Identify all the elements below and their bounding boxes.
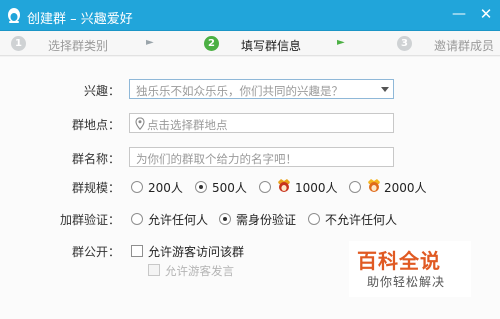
- window-title: 创建群 – 兴趣爱好: [27, 12, 133, 27]
- public-label: 群公开：: [71, 245, 120, 259]
- size-500-radio[interactable]: [195, 181, 207, 193]
- allow-guest-label: 允许游客访问该群: [148, 245, 245, 259]
- location-placeholder: 点击选择群地点: [147, 118, 228, 132]
- verify-anyone-radio[interactable]: [131, 213, 143, 225]
- chevron-down-icon[interactable]: [381, 87, 389, 92]
- step-arrow-icon: ►: [146, 37, 154, 48]
- step-2-label: 填写群信息: [241, 39, 302, 53]
- allow-guest-post-label: 允许游客发言: [165, 264, 234, 278]
- size-200-radio[interactable]: [131, 181, 143, 193]
- interest-placeholder: 独乐乐不如众乐乐，你们共同的兴趣是？: [136, 84, 343, 98]
- verify-identity-radio[interactable]: [219, 213, 231, 225]
- wizard-steps: 1 选择群类别 ► 2 填写群信息 ► 3 邀请群成员: [0, 31, 500, 56]
- allow-guest-checkbox[interactable]: [131, 245, 143, 257]
- group-name-input[interactable]: 为你们的群取个给力的名字吧！: [129, 147, 394, 167]
- location-label: 群地点：: [71, 118, 120, 132]
- qq-penguin-icon: [8, 8, 20, 23]
- size-500-label: 500人: [212, 181, 247, 195]
- location-field[interactable]: 点击选择群地点: [129, 113, 394, 133]
- size-200-label: 200人: [148, 181, 183, 195]
- watermark-title: 百科全说: [357, 249, 441, 273]
- step-arrow-icon: ►: [337, 37, 345, 48]
- step-1-label: 选择群类别: [48, 39, 109, 53]
- step-3-label: 邀请群成员: [434, 39, 495, 53]
- watermark-subtitle: 助你轻松解决: [367, 275, 446, 289]
- title-bar: 创建群 – 兴趣爱好 — ✕: [0, 0, 500, 31]
- location-pin-icon: [135, 117, 145, 130]
- interest-label: 兴趣：: [83, 84, 120, 98]
- group-size-label: 群规模：: [71, 181, 120, 195]
- verify-anyone-label: 允许任何人: [148, 213, 209, 227]
- allow-guest-post-checkbox[interactable]: [148, 264, 160, 276]
- verify-identity-label: 需身份验证: [236, 213, 297, 227]
- verification-label: 加群验证：: [59, 213, 120, 227]
- size-1000-label: 1000人: [295, 181, 338, 195]
- size-2000-label: 2000人: [384, 181, 427, 195]
- step-2-number: 2: [204, 36, 219, 51]
- group-name-placeholder: 为你们的群取个给力的名字吧！: [136, 152, 297, 166]
- watermark: 百科全说 助你轻松解决: [349, 241, 471, 297]
- penguin-badge-icon: [368, 179, 380, 192]
- verify-nobody-label: 不允许任何人: [325, 213, 398, 227]
- step-3-number: 3: [397, 36, 412, 51]
- interest-dropdown[interactable]: 独乐乐不如众乐乐，你们共同的兴趣是？: [129, 79, 394, 99]
- minimize-button[interactable]: —: [450, 5, 468, 23]
- size-1000-radio[interactable]: [259, 181, 271, 193]
- group-name-label: 群名称：: [71, 152, 120, 166]
- verify-nobody-radio[interactable]: [308, 213, 320, 225]
- penguin-badge-icon: [278, 179, 290, 192]
- step-1-number: 1: [11, 36, 26, 51]
- close-button[interactable]: ✕: [477, 5, 495, 23]
- size-2000-radio[interactable]: [349, 181, 361, 193]
